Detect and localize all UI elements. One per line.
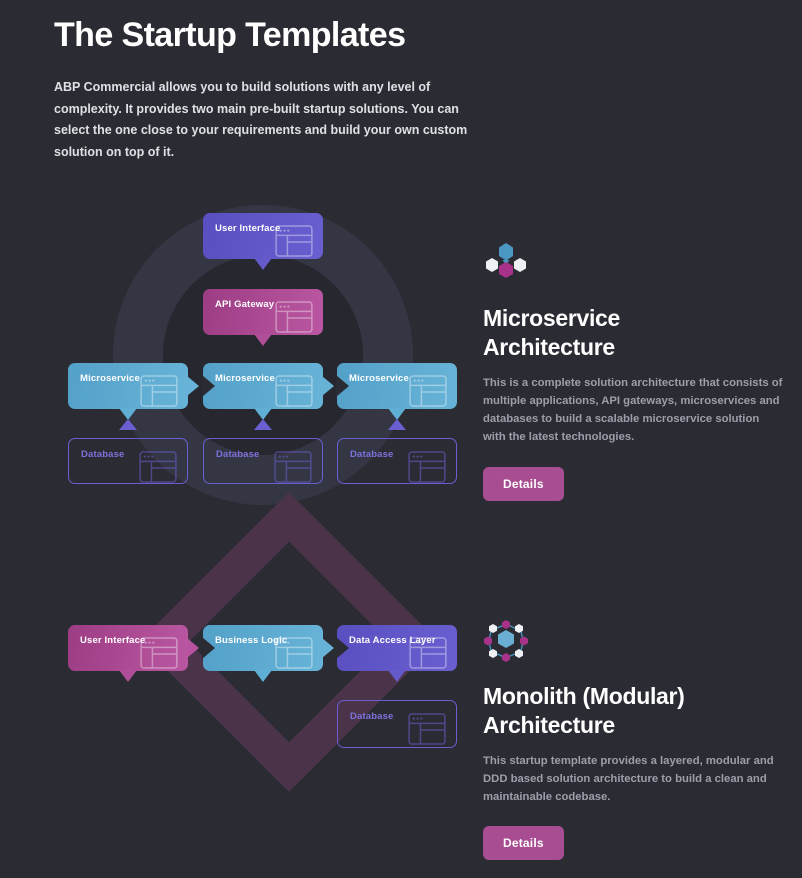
node-data-access-layer[interactable]: Data Access Layer — [336, 625, 457, 682]
microservice-details-button[interactable]: Details — [483, 466, 564, 501]
node-label: Microservice — [215, 373, 275, 384]
node-microservice-2[interactable]: Microservice — [202, 363, 334, 420]
node-label: Business Logic — [215, 635, 288, 646]
section-monolith: User Interface Business Logic Data Acces… — [0, 492, 802, 861]
window-wireframe-icon — [275, 301, 313, 333]
arrow-up-database-3 — [388, 419, 406, 430]
node-label: Microservice — [80, 373, 140, 384]
node-database-2[interactable]: Database — [203, 438, 323, 484]
microservice-description: This is a complete solution architecture… — [483, 376, 783, 444]
window-wireframe-icon — [408, 451, 446, 483]
monolith-hexagon-ring-icon — [484, 620, 528, 662]
page-description: ABP Commercial allows you to build solut… — [54, 80, 468, 159]
node-database[interactable]: Database — [337, 700, 457, 748]
notch-cut — [336, 375, 349, 397]
window-wireframe-icon — [274, 451, 312, 483]
monolith-details-button[interactable]: Details — [483, 826, 564, 861]
arrow-up-database-1 — [119, 419, 137, 430]
node-label: API Gateway — [215, 299, 275, 310]
node-label: User Interface — [215, 223, 281, 234]
node-user-interface[interactable]: User Interface — [203, 213, 323, 270]
microservice-diagram: User Interface API Gateway Microservice … — [55, 190, 475, 510]
section-microservice: User Interface API Gateway Microservice … — [0, 190, 802, 520]
arrow-up-database-2 — [254, 419, 272, 430]
monolith-description: This startup template provides a layered… — [483, 754, 774, 804]
monolith-diagram: User Interface Business Logic Data Acces… — [55, 492, 475, 850]
node-api-gateway[interactable]: API Gateway — [203, 289, 323, 346]
node-label: Database — [216, 449, 260, 460]
notch-cut — [336, 637, 349, 659]
node-label: Microservice — [349, 373, 409, 384]
monolith-title: Monolith (Modular) Architecture — [483, 683, 685, 738]
node-database-1[interactable]: Database — [68, 438, 188, 484]
node-label: Data Access Layer — [349, 635, 436, 646]
node-label: User Interface — [80, 635, 146, 646]
notch-cut — [202, 637, 215, 659]
node-database-3[interactable]: Database — [337, 438, 457, 484]
monolith-info: Monolith (Modular) Architecture This star… — [483, 618, 783, 861]
node-label: Database — [350, 711, 394, 722]
node-label: Database — [81, 449, 125, 460]
window-wireframe-icon — [139, 451, 177, 483]
window-wireframe-icon — [409, 375, 447, 407]
node-microservice-1[interactable]: Microservice — [68, 363, 199, 420]
window-wireframe-icon — [275, 225, 313, 257]
node-user-interface[interactable]: User Interface — [68, 625, 199, 682]
window-wireframe-icon — [140, 637, 178, 669]
window-wireframe-icon — [408, 713, 446, 745]
microservice-hexagons-icon — [486, 243, 526, 278]
node-microservice-3[interactable]: Microservice — [336, 363, 457, 420]
microservice-title: Microservice Architecture — [483, 305, 621, 360]
window-wireframe-icon — [275, 375, 313, 407]
node-label: Database — [350, 449, 394, 460]
node-business-logic[interactable]: Business Logic — [202, 625, 334, 682]
window-wireframe-icon — [140, 375, 178, 407]
page-title: The Startup Templates — [54, 16, 406, 54]
notch-cut — [202, 375, 215, 397]
microservice-info: Microservice Architecture This is a compl… — [483, 240, 783, 501]
page-header: The Startup Templates ABP Commercial all… — [54, 16, 554, 163]
